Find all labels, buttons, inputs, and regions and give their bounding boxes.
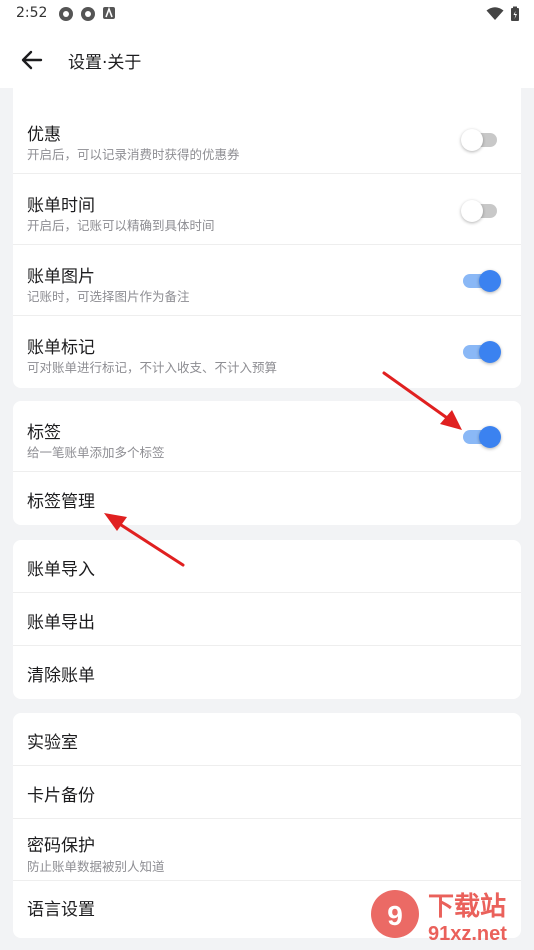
setting-title: 实验室 bbox=[27, 733, 78, 753]
setting-title: 卡片备份 bbox=[27, 786, 95, 806]
setting-subtitle: 开启后，记账可以精确到具体时间 bbox=[27, 218, 215, 233]
watermark-logo: 9 下载站 91xz.net bbox=[368, 885, 534, 947]
setting-row-discount[interactable]: 优惠 开启后，可以记录消费时获得的优惠券 bbox=[13, 88, 521, 174]
bill-mark-toggle[interactable] bbox=[461, 339, 501, 365]
setting-row-bill-image[interactable]: 账单图片 记账时，可选择图片作为备注 bbox=[13, 245, 521, 316]
setting-title: 账单时间 bbox=[27, 196, 95, 216]
app-notification-icon bbox=[59, 7, 73, 21]
setting-row-bill-export[interactable]: 账单导出 bbox=[13, 593, 521, 646]
back-button[interactable] bbox=[16, 44, 48, 76]
setting-row-clear-bills[interactable]: 清除账单 bbox=[13, 646, 521, 699]
svg-text:9: 9 bbox=[387, 900, 403, 931]
setting-title: 账单导入 bbox=[27, 560, 95, 580]
setting-row-bill-mark[interactable]: 账单标记 可对账单进行标记，不计入收支、不计入预算 bbox=[13, 316, 521, 388]
setting-row-tags[interactable]: 标签 给一笔账单添加多个标签 bbox=[13, 401, 521, 472]
setting-row-bill-import[interactable]: 账单导入 bbox=[13, 540, 521, 593]
svg-text:下载站: 下载站 bbox=[428, 892, 506, 922]
app-notification-icon bbox=[103, 6, 115, 19]
setting-subtitle: 给一笔账单添加多个标签 bbox=[27, 445, 165, 460]
svg-text:91xz.net: 91xz.net bbox=[428, 923, 507, 945]
battery-icon bbox=[511, 6, 519, 21]
app-bar: 设置·关于 bbox=[0, 30, 534, 88]
settings-card-bill-data: 账单导入 账单导出 清除账单 bbox=[13, 540, 521, 699]
tags-toggle[interactable] bbox=[461, 424, 501, 450]
setting-title: 优惠 bbox=[27, 125, 61, 145]
settings-card-general: 优惠 开启后，可以记录消费时获得的优惠券 账单时间 开启后，记账可以精确到具体时… bbox=[13, 88, 521, 388]
discount-toggle[interactable] bbox=[461, 127, 501, 153]
setting-row-bill-time[interactable]: 账单时间 开启后，记账可以精确到具体时间 bbox=[13, 174, 521, 245]
setting-title: 语言设置 bbox=[27, 900, 95, 920]
setting-row-card-backup[interactable]: 卡片备份 bbox=[13, 766, 521, 819]
setting-row-tag-management[interactable]: 标签管理 bbox=[13, 472, 521, 525]
setting-title: 清除账单 bbox=[27, 666, 95, 686]
setting-subtitle: 记账时，可选择图片作为备注 bbox=[27, 289, 190, 304]
status-bar: 2:52 bbox=[0, 0, 534, 30]
settings-card-tags: 标签 给一笔账单添加多个标签 标签管理 bbox=[13, 401, 521, 525]
status-time: 2:52 bbox=[16, 5, 48, 21]
bill-time-toggle[interactable] bbox=[461, 198, 501, 224]
app-notification-icon bbox=[81, 7, 95, 21]
setting-title: 标签管理 bbox=[27, 492, 95, 512]
setting-title: 标签 bbox=[27, 423, 61, 443]
notification-icons bbox=[58, 6, 116, 22]
setting-row-password[interactable]: 密码保护 防止账单数据被别人知道 bbox=[13, 819, 521, 881]
arrow-left-icon bbox=[21, 50, 43, 70]
setting-subtitle: 可对账单进行标记，不计入收支、不计入预算 bbox=[27, 360, 278, 375]
setting-subtitle: 开启后，可以记录消费时获得的优惠券 bbox=[27, 147, 240, 162]
page-title: 设置·关于 bbox=[68, 53, 142, 73]
setting-subtitle: 防止账单数据被别人知道 bbox=[27, 859, 165, 874]
setting-title: 密码保护 bbox=[27, 836, 95, 856]
setting-title: 账单标记 bbox=[27, 338, 95, 358]
setting-title: 账单图片 bbox=[27, 267, 95, 287]
wifi-icon bbox=[486, 7, 504, 20]
setting-row-lab[interactable]: 实验室 bbox=[13, 713, 521, 766]
bill-image-toggle[interactable] bbox=[461, 268, 501, 294]
setting-title: 账单导出 bbox=[27, 613, 95, 633]
system-icons bbox=[486, 6, 520, 22]
